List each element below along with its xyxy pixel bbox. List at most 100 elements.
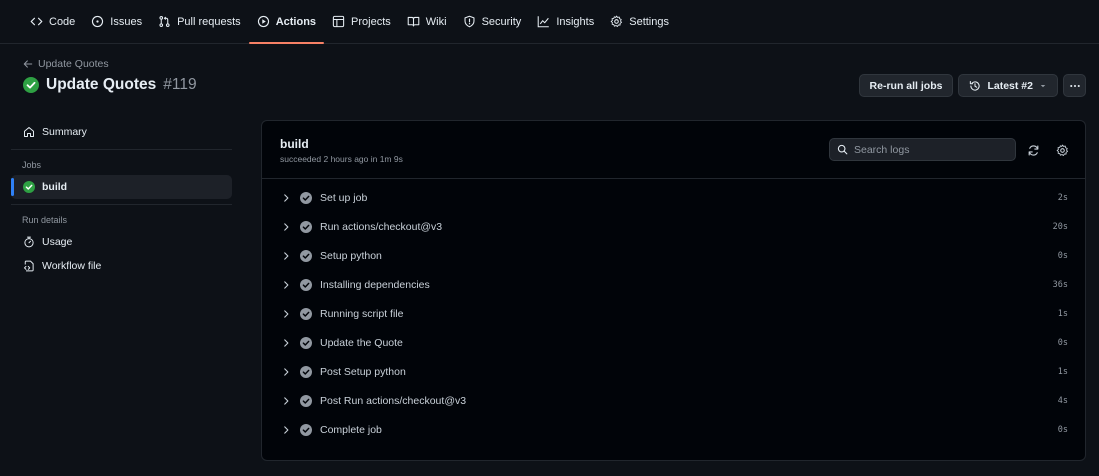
step-duration: 36s	[1052, 279, 1068, 290]
check-circle-fill-icon	[300, 394, 312, 407]
step-name: Running script file	[320, 307, 404, 320]
tab-security[interactable]: Security	[455, 0, 530, 44]
chevron-right-icon[interactable]	[281, 280, 291, 290]
sidebar-item-summary[interactable]: Summary	[11, 120, 232, 144]
job-step-row[interactable]: Complete job 0s	[262, 415, 1085, 444]
refresh-icon[interactable]	[1025, 142, 1041, 158]
tab-pull-requests[interactable]: Pull requests	[150, 0, 249, 44]
tab-wiki[interactable]: Wiki	[399, 0, 455, 44]
search-logs-box[interactable]	[829, 138, 1016, 161]
step-name: Setup python	[320, 249, 382, 262]
step-duration: 1s	[1057, 366, 1068, 377]
sidebar-item-usage[interactable]: Usage	[11, 230, 232, 254]
tab-label: Issues	[110, 15, 143, 28]
search-logs-input[interactable]	[854, 143, 1004, 156]
triangle-down-icon	[1039, 82, 1047, 90]
sidebar-item-build-job[interactable]: build	[11, 175, 232, 199]
chevron-right-icon[interactable]	[281, 193, 291, 203]
code-icon	[30, 15, 43, 28]
book-icon	[407, 15, 420, 28]
chevron-right-icon[interactable]	[281, 367, 291, 377]
stopwatch-icon	[23, 236, 35, 248]
issue-icon	[91, 15, 104, 28]
tab-insights[interactable]: Insights	[529, 0, 602, 44]
job-header: build succeeded 2 hours ago in 1m 9s	[262, 121, 1085, 179]
run-actions: Re-run all jobs Latest #2	[858, 74, 1086, 97]
rerun-all-jobs-button[interactable]: Re-run all jobs	[858, 74, 954, 97]
graph-icon	[537, 15, 550, 28]
tab-label: Actions	[275, 15, 317, 28]
sidebar-item-label: build	[42, 181, 68, 193]
run-number: #119	[163, 76, 197, 93]
chevron-right-icon[interactable]	[281, 309, 291, 319]
arrow-left-icon	[23, 59, 33, 69]
chevron-right-icon[interactable]	[281, 222, 291, 232]
step-duration: 20s	[1052, 221, 1068, 232]
job-step-row[interactable]: Running script file 1s	[262, 299, 1085, 328]
table-icon	[332, 15, 345, 28]
step-name: Post Run actions/checkout@v3	[320, 394, 467, 407]
chevron-right-icon[interactable]	[281, 425, 291, 435]
chevron-right-icon[interactable]	[281, 338, 291, 348]
step-duration: 2s	[1057, 192, 1068, 203]
tab-label: Pull requests	[177, 15, 241, 28]
run-details-heading: Run details	[22, 215, 68, 225]
job-step-row[interactable]: Update the Quote 0s	[262, 328, 1085, 357]
rerun-label: Re-run all jobs	[869, 79, 943, 92]
job-step-row[interactable]: Set up job 2s	[262, 183, 1085, 212]
attempt-select-button[interactable]: Latest #2	[958, 74, 1058, 97]
job-steps-list: Set up job 2s Run actions/checkout@v3 20…	[262, 179, 1085, 444]
job-log-panel: build succeeded 2 hours ago in 1m 9s Set…	[261, 120, 1086, 461]
jobs-heading: Jobs	[22, 160, 42, 170]
step-name: Complete job	[320, 423, 382, 436]
kebab-horizontal-icon	[1069, 80, 1081, 92]
gear-icon[interactable]	[1054, 142, 1070, 158]
more-options-button[interactable]	[1063, 74, 1086, 97]
check-circle-fill-icon	[23, 77, 39, 93]
job-step-row[interactable]: Post Setup python 1s	[262, 357, 1085, 386]
step-duration: 1s	[1057, 308, 1068, 319]
job-step-row[interactable]: Post Run actions/checkout@v3 4s	[262, 386, 1085, 415]
tab-settings[interactable]: Settings	[602, 0, 677, 44]
back-to-workflow-link[interactable]: Update Quotes	[23, 58, 109, 70]
job-step-row[interactable]: Installing dependencies 36s	[262, 270, 1085, 299]
history-icon	[969, 80, 981, 92]
step-name: Set up job	[320, 191, 368, 204]
check-circle-fill-icon	[300, 365, 312, 378]
divider	[11, 204, 232, 205]
play-icon	[257, 15, 270, 28]
chevron-right-icon[interactable]	[281, 396, 291, 406]
tab-label: Security	[481, 15, 522, 28]
step-name: Installing dependencies	[320, 278, 430, 291]
tab-label: Insights	[556, 15, 595, 28]
pull-request-icon	[158, 15, 171, 28]
step-duration: 4s	[1057, 395, 1068, 406]
page-title: Update Quotes #119	[23, 76, 197, 94]
job-step-row[interactable]: Setup python 0s	[262, 241, 1085, 270]
run-title-text: Update Quotes	[46, 76, 157, 93]
step-name: Post Setup python	[320, 365, 406, 378]
check-circle-fill-icon	[300, 336, 312, 349]
repo-nav: Code Issues Pull requests Actions Projec…	[0, 0, 1099, 44]
attempt-label: Latest #2	[987, 79, 1033, 92]
sidebar-item-label: Summary	[42, 126, 87, 138]
chevron-right-icon[interactable]	[281, 251, 291, 261]
back-link-label: Update Quotes	[38, 58, 109, 70]
tab-code[interactable]: Code	[22, 0, 83, 44]
job-step-row[interactable]: Run actions/checkout@v3 20s	[262, 212, 1085, 241]
check-circle-fill-icon	[23, 181, 35, 193]
tab-projects[interactable]: Projects	[324, 0, 399, 44]
tab-label: Code	[49, 15, 76, 28]
tab-issues[interactable]: Issues	[83, 0, 150, 44]
check-circle-fill-icon	[300, 307, 312, 320]
check-circle-fill-icon	[300, 278, 312, 291]
sidebar-item-workflow-file[interactable]: Workflow file	[11, 254, 232, 278]
check-circle-fill-icon	[300, 220, 312, 233]
check-circle-fill-icon	[300, 423, 312, 436]
sidebar-item-label: Usage	[42, 236, 73, 248]
gear-icon	[610, 15, 623, 28]
job-name: build	[280, 137, 309, 151]
tab-actions[interactable]: Actions	[248, 0, 325, 44]
tab-label: Wiki	[425, 15, 447, 28]
sidebar-item-label: Workflow file	[42, 260, 102, 272]
